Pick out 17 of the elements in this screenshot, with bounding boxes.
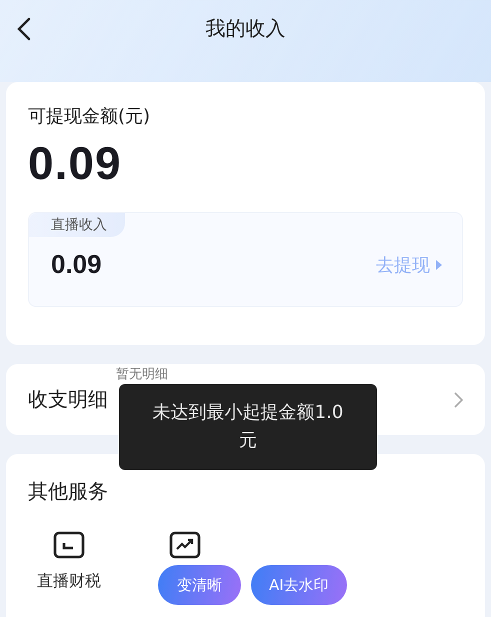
screen-icon xyxy=(53,531,85,559)
services-title: 其他服务 xyxy=(28,478,109,505)
details-note: 暂无明细 xyxy=(116,367,168,382)
income-tag: 直播收入 xyxy=(29,213,125,237)
service-item[interactable] xyxy=(169,531,201,559)
trend-chart-icon xyxy=(169,531,201,559)
toast-message: 未达到最小起提金额1.0元 xyxy=(152,401,344,453)
action-button[interactable]: AI去水印 xyxy=(251,565,347,605)
details-title: 收支明细 xyxy=(28,386,108,413)
balance-label: 可提现金额(元) xyxy=(28,105,152,128)
service-item[interactable]: 直播财税 xyxy=(30,531,108,592)
action-button[interactable]: 变清晰 xyxy=(158,565,241,605)
balance-amount: 0.09 xyxy=(28,136,123,190)
triangle-icon xyxy=(436,260,442,270)
withdraw-link[interactable]: 去提现 xyxy=(376,252,442,276)
page-title: 我的收入 xyxy=(206,14,286,42)
income-amount: 0.09 xyxy=(51,249,102,280)
